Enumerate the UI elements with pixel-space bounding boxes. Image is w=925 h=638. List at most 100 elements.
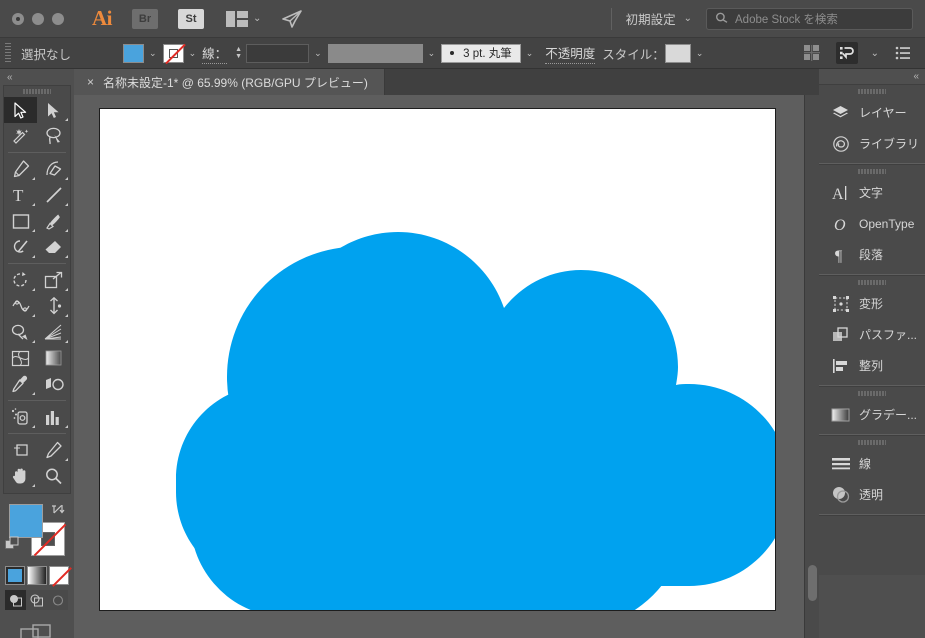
blend-tool[interactable] xyxy=(37,371,70,397)
shaper-tool[interactable] xyxy=(4,234,37,260)
line-segment-tool[interactable] xyxy=(37,182,70,208)
hand-tool[interactable] xyxy=(4,463,37,489)
panel-gradient[interactable]: グラデー... xyxy=(819,399,925,430)
none-mode-button[interactable] xyxy=(49,566,69,585)
chevron-down-icon[interactable]: ⌄ xyxy=(684,13,692,24)
panel-group-grip[interactable] xyxy=(858,165,886,177)
panel-label: グラデー... xyxy=(859,408,918,422)
color-mode-button[interactable] xyxy=(5,566,25,585)
share-icon[interactable] xyxy=(281,9,303,28)
panel-character[interactable]: A 文字 xyxy=(819,177,925,208)
draw-behind-button[interactable] xyxy=(26,590,47,610)
artboard-tool[interactable] xyxy=(4,437,37,463)
panel-stroke[interactable]: 線 xyxy=(819,448,925,479)
rectangle-tool[interactable] xyxy=(4,208,37,234)
chevron-down-icon[interactable]: ⌄ xyxy=(184,48,203,59)
brush-definition-select[interactable]: 3 pt. 丸筆 xyxy=(441,43,521,63)
panel-group-grip[interactable] xyxy=(858,387,886,399)
mesh-tool[interactable] xyxy=(4,345,37,371)
scale-tool[interactable] xyxy=(37,267,70,293)
align-icon[interactable] xyxy=(801,42,823,64)
width-tool[interactable] xyxy=(4,293,37,319)
collapse-tools-button[interactable]: « xyxy=(0,69,74,85)
minimize-button[interactable] xyxy=(32,12,44,25)
canvas-area[interactable] xyxy=(74,95,819,638)
selection-tool[interactable] xyxy=(4,97,37,123)
stroke-swatch[interactable] xyxy=(162,43,184,63)
graphic-style-swatch[interactable] xyxy=(664,43,691,63)
fill-swatch[interactable] xyxy=(123,43,145,63)
bridge-button[interactable]: Br xyxy=(132,8,158,29)
options-menu-icon[interactable] xyxy=(892,42,914,64)
panel-opentype[interactable]: O OpenType xyxy=(819,208,925,239)
panel-transparency[interactable]: 透明 xyxy=(819,479,925,510)
panel-label: 透明 xyxy=(859,488,884,502)
type-tool[interactable]: T xyxy=(4,182,37,208)
control-bar-grip[interactable] xyxy=(5,43,11,63)
change-screen-mode-icon[interactable] xyxy=(0,622,74,638)
default-fill-stroke-icon[interactable] xyxy=(5,536,20,556)
panel-paragraph[interactable]: ¶ 段落 xyxy=(819,239,925,270)
workspace-switcher[interactable]: 初期設定 xyxy=(626,9,676,28)
swap-fill-stroke-icon[interactable] xyxy=(51,502,65,519)
vertical-scrollbar[interactable] xyxy=(804,95,819,638)
gradient-tool[interactable] xyxy=(37,345,70,371)
direct-selection-tool[interactable] xyxy=(37,97,70,123)
eyedropper-tool[interactable] xyxy=(4,371,37,397)
lasso-tool[interactable] xyxy=(37,123,70,149)
panel-pathfinder[interactable]: パスファ... xyxy=(819,319,925,350)
close-button[interactable] xyxy=(12,12,24,25)
toolbar-fill-swatch[interactable] xyxy=(9,504,43,538)
pen-tool[interactable] xyxy=(4,156,37,182)
chevron-down-icon[interactable]: ⌄ xyxy=(691,48,710,59)
stock-button[interactable]: St xyxy=(178,8,204,29)
curvature-tool[interactable] xyxy=(37,156,70,182)
shape-builder-tool[interactable] xyxy=(4,319,37,345)
panel-group-grip[interactable] xyxy=(858,85,886,97)
stock-search-input[interactable]: Adobe Stock を検索 xyxy=(706,7,913,30)
variable-width-profile-select[interactable] xyxy=(327,43,423,63)
tools-panel: T xyxy=(3,85,71,494)
gradient-mode-button[interactable] xyxy=(27,566,47,585)
perspective-grid-tool[interactable] xyxy=(37,319,70,345)
draw-inside-button[interactable] xyxy=(47,590,68,610)
panel-libraries[interactable]: ライブラリ xyxy=(819,128,925,159)
panel-align[interactable]: 整列 xyxy=(819,350,925,381)
chevron-down-icon[interactable]: ⌄ xyxy=(309,48,328,59)
panel-group-type: A 文字 O OpenType ¶ 段落 xyxy=(819,164,925,275)
svg-text:T: T xyxy=(13,186,24,204)
rotate-tool[interactable] xyxy=(4,267,37,293)
chevron-down-icon[interactable]: ⌄ xyxy=(423,48,442,59)
panel-transform[interactable]: 変形 xyxy=(819,288,925,319)
zoom-tool[interactable] xyxy=(37,463,70,489)
eraser-tool[interactable] xyxy=(37,234,70,260)
zoom-button[interactable] xyxy=(52,12,64,25)
chevron-down-icon[interactable]: ⌄ xyxy=(144,48,163,59)
panel-group-grip[interactable] xyxy=(858,276,886,288)
collapse-panels-button[interactable]: « xyxy=(819,69,925,84)
panel-group-grip[interactable] xyxy=(858,436,886,448)
artboard[interactable] xyxy=(99,108,776,611)
paintbrush-tool[interactable] xyxy=(37,208,70,234)
arrange-icon[interactable] xyxy=(835,42,858,64)
document-tab[interactable]: × 名称未設定-1* @ 65.99% (RGB/GPU プレビュー) xyxy=(74,69,385,95)
tool-group-draw: T xyxy=(4,156,70,260)
cloud-shape[interactable] xyxy=(100,109,775,610)
opacity-label[interactable]: 不透明度 xyxy=(545,43,596,64)
free-transform-tool[interactable] xyxy=(37,293,70,319)
chevron-down-icon[interactable]: ⌄ xyxy=(871,48,879,59)
magic-wand-tool[interactable] xyxy=(4,123,37,149)
tools-panel-grip[interactable] xyxy=(23,86,51,97)
stroke-weight-stepper[interactable]: ▲ ▼ xyxy=(235,46,242,60)
column-graph-tool[interactable] xyxy=(37,404,70,430)
panel-layers[interactable]: レイヤー xyxy=(819,97,925,128)
arrange-documents-icon[interactable]: ⌄ xyxy=(226,10,261,27)
symbol-sprayer-tool[interactable] xyxy=(4,404,37,430)
close-icon[interactable]: × xyxy=(87,76,94,88)
scrollbar-thumb[interactable] xyxy=(808,565,817,601)
drawing-mode-buttons xyxy=(5,590,69,610)
chevron-down-icon[interactable]: ⌄ xyxy=(521,48,540,59)
slice-tool[interactable] xyxy=(37,437,70,463)
stroke-weight-input[interactable] xyxy=(246,43,310,63)
draw-normal-button[interactable] xyxy=(5,590,26,610)
